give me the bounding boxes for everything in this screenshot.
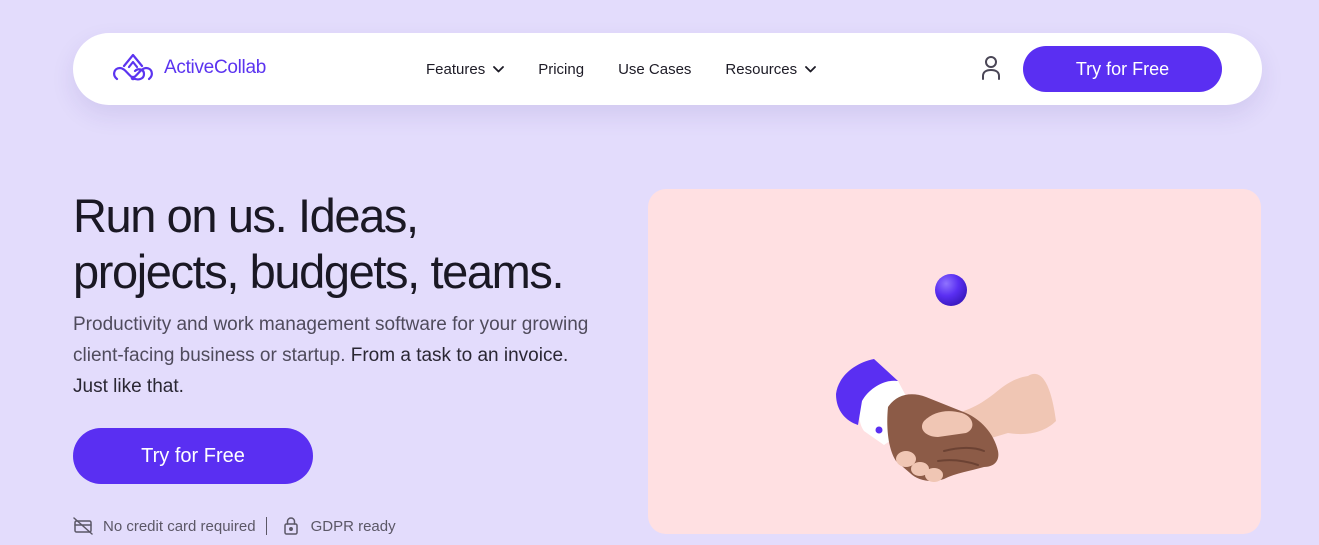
- nav-item-label: Pricing: [538, 60, 585, 78]
- main-nav: Features Pricing Use Cases Resources: [426, 33, 850, 105]
- nav-item-label: Resources: [725, 60, 798, 78]
- hero-title-line1: Run on us. Ideas,: [73, 189, 419, 242]
- logo-link[interactable]: ActiveCollab: [111, 51, 266, 85]
- nav-try-free-button[interactable]: Try for Free: [1023, 46, 1222, 92]
- page: ActiveCollab Features Pricing Use Cases …: [0, 0, 1319, 545]
- chevron-down-icon: [805, 65, 817, 72]
- nav-item-label: Features: [426, 60, 486, 78]
- activecollab-logo-icon: [113, 53, 153, 81]
- hero-title-line2: projects, budgets, teams.: [73, 245, 565, 298]
- hero-try-free-button[interactable]: Try for Free: [73, 428, 313, 484]
- badge-no-credit-card: No credit card required: [103, 517, 256, 535]
- no-credit-card-icon: [73, 517, 93, 535]
- lock-icon: [283, 517, 298, 535]
- handshake-illustration: [648, 189, 1261, 534]
- navbar: ActiveCollab Features Pricing Use Cases …: [73, 33, 1262, 105]
- badge-gdpr: GDPR ready: [310, 517, 396, 535]
- nav-item-pricing[interactable]: Pricing: [538, 61, 584, 78]
- nav-item-features[interactable]: Features: [426, 60, 505, 78]
- cuff-button: [875, 426, 883, 434]
- nav-item-resources[interactable]: Resources: [725, 60, 817, 78]
- badge-divider: [265, 517, 267, 535]
- floating-ball: [935, 274, 967, 306]
- user-icon[interactable]: [980, 55, 1002, 81]
- nav-item-use-cases[interactable]: Use Cases: [618, 61, 691, 78]
- nav-item-label: Use Cases: [618, 60, 692, 78]
- logo-text: ActiveCollab: [164, 57, 267, 78]
- chevron-down-icon: [493, 65, 505, 72]
- handshake-art: [836, 274, 1056, 482]
- hero-subtitle: Productivity and work management softwar…: [73, 309, 603, 402]
- trust-badges: No credit card required GDPR ready: [73, 514, 396, 538]
- hero-title: Run on us. Ideas, projects, budgets, tea…: [73, 188, 633, 300]
